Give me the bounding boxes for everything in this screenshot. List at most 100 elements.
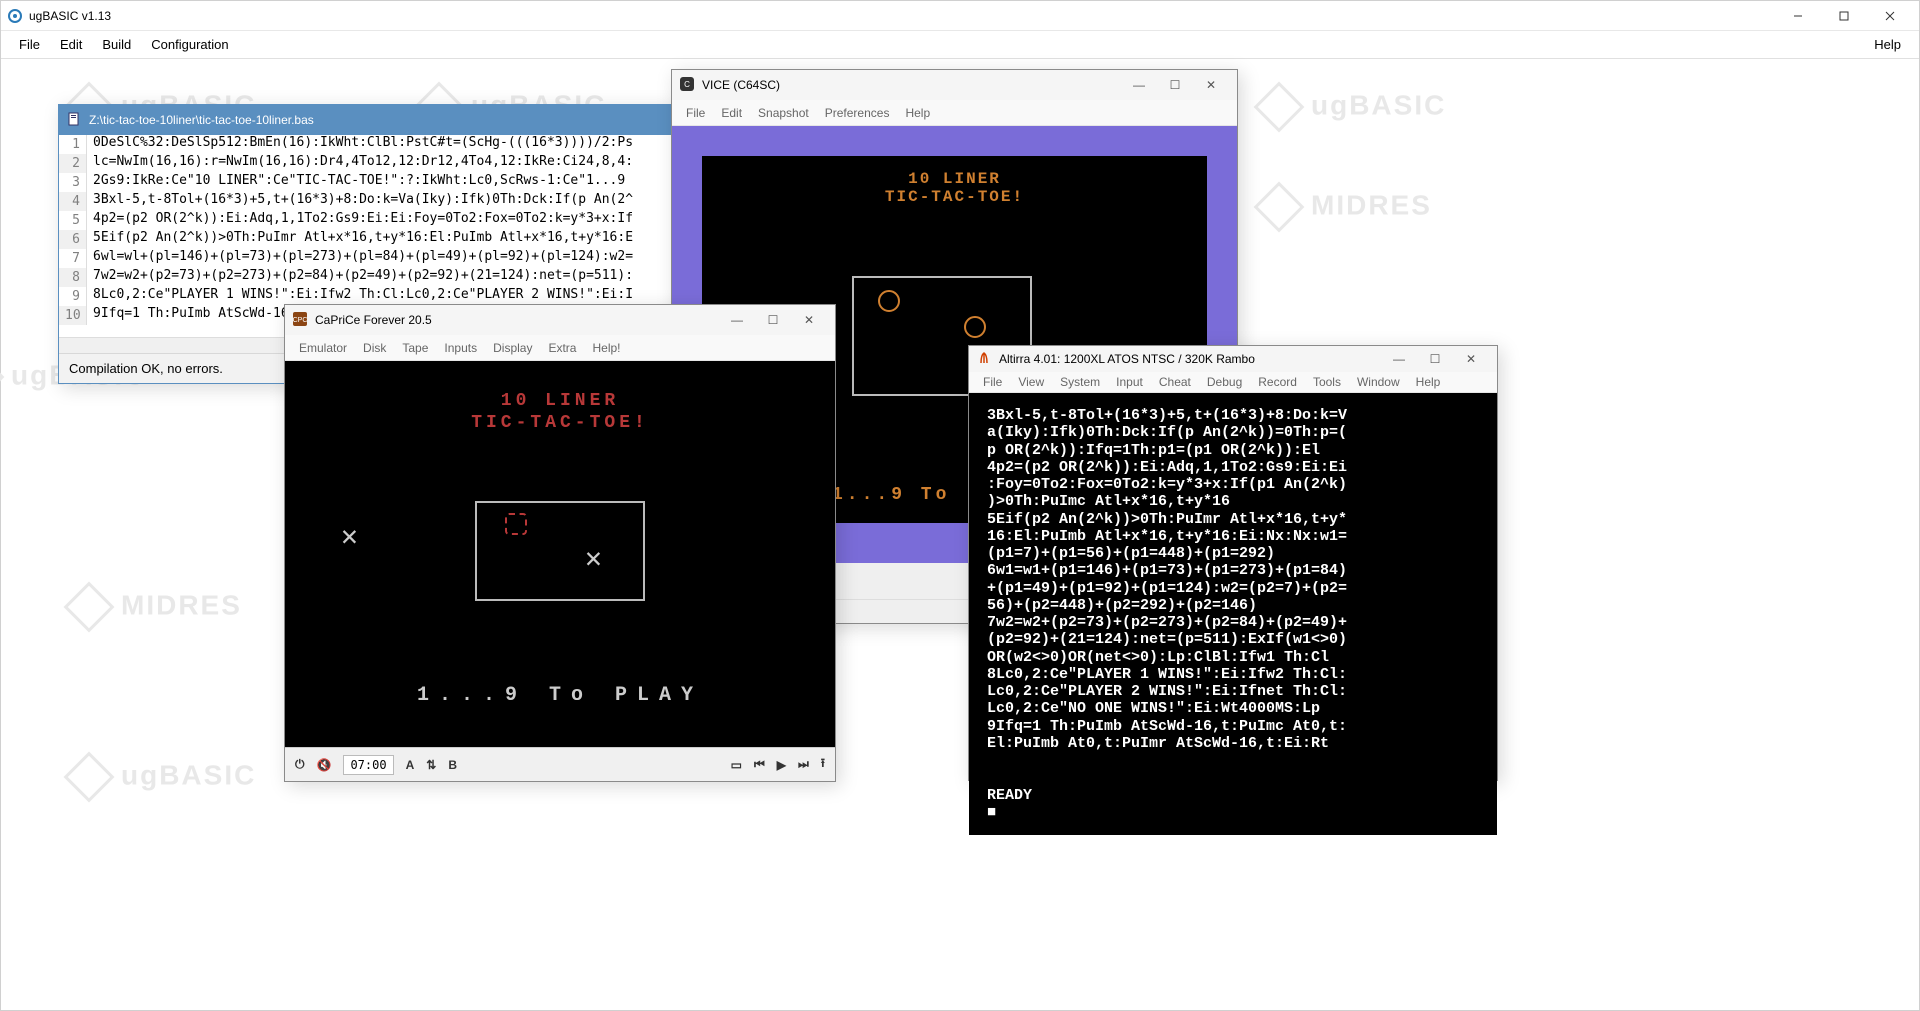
- altirra-menu-window[interactable]: Window: [1349, 372, 1408, 392]
- altirra-menu-tools[interactable]: Tools: [1305, 372, 1349, 392]
- menu-edit[interactable]: Edit: [50, 33, 92, 56]
- altirra-menu-input[interactable]: Input: [1108, 372, 1151, 392]
- menu-build[interactable]: Build: [92, 33, 141, 56]
- main-minimize-button[interactable]: [1775, 1, 1821, 31]
- line-number: 2: [59, 154, 87, 173]
- editor-title-text: Z:\tic-tac-toe-10liner\tic-tac-toe-10lin…: [89, 113, 666, 127]
- font-a-button[interactable]: A: [406, 758, 415, 772]
- altirra-minimize-button[interactable]: —: [1381, 346, 1417, 372]
- caprice-menu-tape[interactable]: Tape: [394, 338, 436, 358]
- line-number: 4: [59, 192, 87, 211]
- vice-menu-snapshot[interactable]: Snapshot: [750, 103, 817, 123]
- altirra-maximize-button[interactable]: ☐: [1417, 346, 1453, 372]
- main-client-area: ugBASIC ugBASIC ugBASIC ugBASIC MIDRES u…: [1, 59, 1919, 1010]
- main-titlebar: ugBASIC v1.13: [1, 1, 1919, 31]
- caprice-title-text: CaPriCe Forever 20.5: [315, 313, 719, 327]
- code-line[interactable]: 0DeSlC%32:DeSlSp512:BmEn(16):IkWht:ClBl:…: [87, 135, 639, 154]
- altirra-menu-debug[interactable]: Debug: [1199, 372, 1250, 392]
- vice-heading1: 10 LINER: [702, 170, 1207, 188]
- caprice-menu-emulator[interactable]: Emulator: [291, 338, 355, 358]
- export-icon[interactable]: ⭱: [821, 754, 825, 775]
- line-number: 5: [59, 211, 87, 230]
- altirra-menu-help[interactable]: Help: [1408, 372, 1449, 392]
- altirra-titlebar[interactable]: Altirra 4.01: 1200XL ATOS NTSC / 320K Ra…: [969, 346, 1497, 372]
- svg-text:CPC: CPC: [293, 317, 307, 324]
- caprice-close-button[interactable]: ✕: [791, 307, 827, 333]
- vice-footer-text: 1...9 To: [832, 485, 950, 505]
- line-number: 10: [59, 306, 87, 325]
- caprice-menu-extra[interactable]: Extra: [540, 338, 584, 358]
- altirra-menu-record[interactable]: Record: [1250, 372, 1305, 392]
- caprice-titlebar[interactable]: CPC CaPriCe Forever 20.5 — ☐ ✕: [285, 305, 835, 335]
- main-menubar: File Edit Build Configuration Help: [1, 31, 1919, 59]
- vice-menu-edit[interactable]: Edit: [713, 103, 750, 123]
- code-line[interactable]: 2Gs9:IkRe:Ce"10 LINER":Ce"TIC-TAC-TOE!":…: [87, 173, 631, 192]
- code-line[interactable]: 5Eif(p2 An(2^k))>0Th:PuImr Atl+x*16,t+y*…: [87, 230, 639, 249]
- caprice-play-text: 1...9 To PLAY: [285, 684, 835, 707]
- menu-help[interactable]: Help: [1864, 33, 1911, 56]
- mute-icon[interactable]: 🔇: [317, 758, 332, 772]
- editor-titlebar[interactable]: Z:\tic-tac-toe-10liner\tic-tac-toe-10lin…: [59, 105, 674, 135]
- main-maximize-button[interactable]: [1821, 1, 1867, 31]
- altirra-title-text: Altirra 4.01: 1200XL ATOS NTSC / 320K Ra…: [999, 352, 1381, 366]
- line-number: 8: [59, 268, 87, 287]
- caprice-menu-disk[interactable]: Disk: [355, 338, 394, 358]
- code-line[interactable]: lc=NwIm(16,16):r=NwIm(16,16):Dr4,4To12,1…: [87, 154, 639, 173]
- vice-title-text: VICE (C64SC): [702, 78, 1121, 92]
- line-number: 7: [59, 249, 87, 268]
- arrows-icon[interactable]: ⇅: [426, 758, 436, 772]
- next-icon[interactable]: ⏭: [798, 757, 809, 772]
- x-mark-icon: ✕: [341, 519, 358, 554]
- code-line[interactable]: 6wl=wl+(pl=146)+(pl=73)+(pl=273)+(pl=84)…: [87, 249, 639, 268]
- caprice-minimize-button[interactable]: —: [719, 307, 755, 333]
- menu-file[interactable]: File: [9, 33, 50, 56]
- caprice-heading2: TIC-TAC-TOE!: [285, 413, 835, 433]
- time-display: 07:00: [343, 755, 393, 775]
- ugbasic-main-window: ugBASIC v1.13 File Edit Build Configurat…: [0, 0, 1920, 1011]
- watermark: MIDRES: [1261, 189, 1432, 225]
- caprice-menu-help[interactable]: Help!: [584, 338, 628, 358]
- o-mark-dashed-icon: [505, 513, 527, 535]
- file-icon: [67, 112, 83, 128]
- caprice-menu-display[interactable]: Display: [485, 338, 540, 358]
- line-number: 6: [59, 230, 87, 249]
- code-line[interactable]: 3Bxl-5,t-8Tol+(16*3)+5,t+(16*3)+8:Do:k=V…: [87, 192, 639, 211]
- play-icon[interactable]: ▶: [777, 758, 786, 772]
- vice-titlebar[interactable]: C VICE (C64SC) — ☐ ✕: [672, 70, 1237, 100]
- caprice-screen[interactable]: 10 LINER TIC-TAC-TOE! ✕ ✕ 1...9 To PLAY: [285, 361, 835, 747]
- tape-icon[interactable]: ▭: [731, 758, 742, 772]
- main-close-button[interactable]: [1867, 1, 1913, 31]
- altirra-menu-system[interactable]: System: [1052, 372, 1108, 392]
- altirra-terminal[interactable]: 3Bxl-5,t-8Tol+(16*3)+5,t+(16*3)+8:Do:k=V…: [969, 393, 1497, 835]
- line-number: 3: [59, 173, 87, 192]
- compile-status-text: Compilation OK, no errors.: [69, 361, 223, 376]
- cpc-icon: CPC: [293, 312, 309, 328]
- altirra-menu-cheat[interactable]: Cheat: [1151, 372, 1199, 392]
- code-line[interactable]: 7w2=w2+(p2=73)+(p2=273)+(p2=84)+(p2=49)+…: [87, 268, 639, 287]
- vice-close-button[interactable]: ✕: [1193, 72, 1229, 98]
- caprice-maximize-button[interactable]: ☐: [755, 307, 791, 333]
- altirra-window: Altirra 4.01: 1200XL ATOS NTSC / 320K Ra…: [968, 345, 1498, 781]
- font-b-button[interactable]: B: [448, 758, 457, 772]
- vice-minimize-button[interactable]: —: [1121, 72, 1157, 98]
- x-mark-icon: ✕: [585, 541, 602, 576]
- power-icon[interactable]: ⏻: [295, 757, 305, 772]
- menu-configuration[interactable]: Configuration: [141, 33, 238, 56]
- vice-maximize-button[interactable]: ☐: [1157, 72, 1193, 98]
- line-number: 1: [59, 135, 87, 154]
- altirra-menu-view[interactable]: View: [1010, 372, 1052, 392]
- vice-menu-file[interactable]: File: [678, 103, 713, 123]
- vice-menu-preferences[interactable]: Preferences: [817, 103, 898, 123]
- line-number: 9: [59, 287, 87, 306]
- vice-menu-help[interactable]: Help: [897, 103, 938, 123]
- code-line[interactable]: 4p2=(p2 OR(2^k)):Ei:Adq,1,1To2:Gs9:Ei:Ei…: [87, 211, 639, 230]
- caprice-menu-inputs[interactable]: Inputs: [436, 338, 485, 358]
- main-title-text: ugBASIC v1.13: [29, 9, 111, 23]
- altirra-menu-file[interactable]: File: [975, 372, 1010, 392]
- caprice-window: CPC CaPriCe Forever 20.5 — ☐ ✕ Emulator …: [284, 304, 836, 782]
- prev-icon[interactable]: ⏮: [754, 757, 765, 772]
- caprice-toolbar: ⏻ 🔇 07:00 A ⇅ B ▭ ⏮ ▶ ⏭ ⭱: [285, 747, 835, 781]
- vice-heading2: TIC-TAC-TOE!: [702, 188, 1207, 206]
- altirra-close-button[interactable]: ✕: [1453, 346, 1489, 372]
- game-board: ✕: [475, 501, 645, 601]
